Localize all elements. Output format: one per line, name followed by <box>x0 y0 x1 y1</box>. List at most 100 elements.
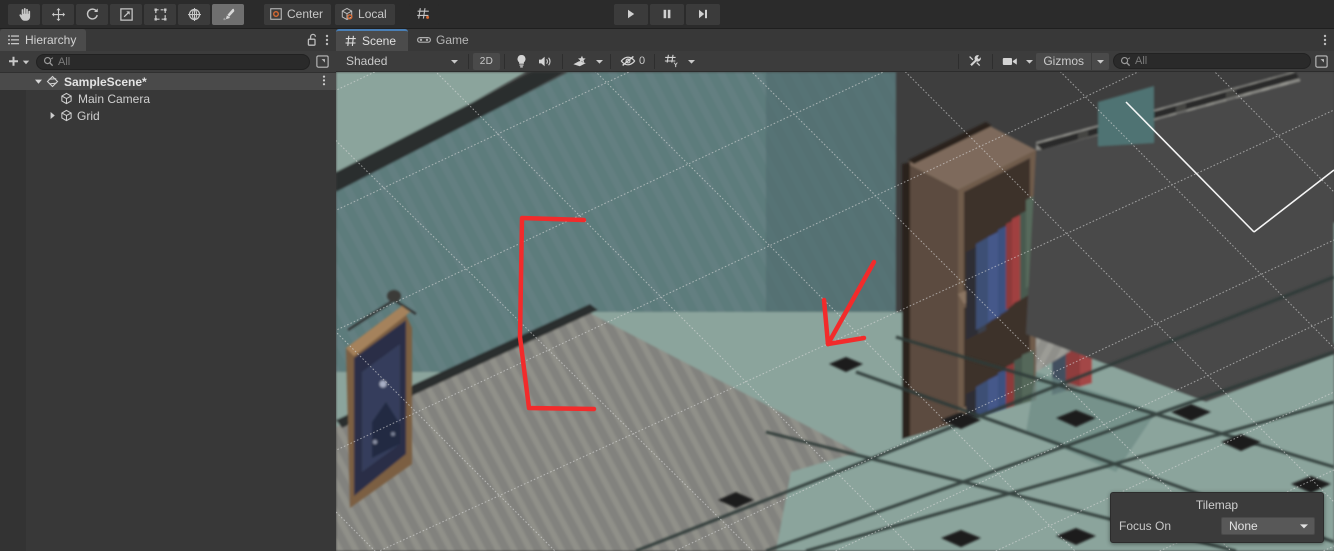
tab-hierarchy-label: Hierarchy <box>25 33 77 47</box>
hierarchy-toolbar: All <box>0 51 336 73</box>
chevron-down-icon <box>1299 521 1309 531</box>
speaker-icon <box>538 55 553 68</box>
hierarchy-item-label: Grid <box>77 108 100 123</box>
hidden-objects-button[interactable]: 0 <box>615 52 651 70</box>
scene-toolbar: Shaded 2D 0 Gizmos All <box>336 51 1334 72</box>
draw-mode-dropdown[interactable]: Shaded <box>339 52 464 70</box>
hierarchy-item-main-camera[interactable]: Main Camera <box>0 90 336 107</box>
scene-kebab-menu-icon[interactable] <box>322 74 326 90</box>
scene-lighting-button[interactable] <box>509 52 533 70</box>
hierarchy-search-placeholder: All <box>58 55 71 68</box>
brush-icon <box>221 7 236 22</box>
lock-open-icon[interactable] <box>307 33 319 47</box>
hierarchy-tree: SampleScene* Main Camera Grid <box>0 73 336 551</box>
scene-tab-actions <box>1323 29 1334 51</box>
scene-canvas[interactable]: Tilemap Focus On None <box>336 72 1334 551</box>
pivot-mode-button[interactable]: Center <box>264 3 332 25</box>
hierarchy-expand-icon[interactable] <box>313 54 332 69</box>
rotate-tool-button[interactable] <box>76 3 108 25</box>
scene-search-input[interactable]: All <box>1113 53 1311 69</box>
scale-tool-button[interactable] <box>110 3 142 25</box>
scene-view-panel: Scene Game Shaded 2D 0 Gizmos All Tilema… <box>336 29 1334 551</box>
rotate-icon <box>85 7 100 22</box>
hierarchy-gutter <box>0 73 26 551</box>
step-button[interactable] <box>686 3 720 25</box>
hierarchy-item-label: Main Camera <box>78 91 151 106</box>
transform-tool-button[interactable] <box>178 3 210 25</box>
gamepad-icon <box>417 35 432 45</box>
toggle-2d-label: 2D <box>479 55 494 67</box>
scene-search-placeholder: All <box>1135 55 1148 67</box>
custom-editor-tool-button[interactable] <box>212 3 244 25</box>
scene-camera-button[interactable] <box>997 52 1024 70</box>
scene-kebab-icon[interactable] <box>1323 33 1327 47</box>
tilemap-overlay[interactable]: Tilemap Focus On None <box>1110 492 1324 543</box>
transform-tools-group: Center Local <box>0 3 439 25</box>
hand-icon <box>17 7 32 22</box>
hierarchy-item-grid[interactable]: Grid <box>0 107 336 124</box>
chevron-down-icon <box>22 58 30 66</box>
lightbulb-icon <box>515 54 528 68</box>
hidden-objects-count: 0 <box>639 55 646 67</box>
kebab-menu-icon[interactable] <box>325 33 329 47</box>
eye-off-icon <box>620 55 636 67</box>
handle-rotation-button[interactable]: Local <box>335 3 395 25</box>
rect-transform-icon <box>153 7 168 22</box>
tab-scene[interactable]: Scene <box>336 29 409 51</box>
scene-grid-icon <box>345 35 357 47</box>
scene-camera-dropdown[interactable] <box>1023 57 1036 66</box>
transform-icon <box>187 7 202 22</box>
scene-grid-dropdown[interactable] <box>685 57 698 66</box>
scene-tabbar: Scene Game <box>336 29 1334 51</box>
tilemap-focus-row: Focus On None <box>1111 517 1323 535</box>
scene-audio-button[interactable] <box>533 52 558 70</box>
gameobject-icon <box>58 109 74 122</box>
pause-button[interactable] <box>650 3 684 25</box>
unity-editor-window: Center Local Hierarchy All SampleScene* … <box>0 0 1334 551</box>
scene-grid-visibility-button[interactable] <box>659 52 686 70</box>
camera-icon <box>1002 56 1018 67</box>
gizmos-dropdown[interactable] <box>1092 52 1109 70</box>
hierarchy-icon <box>8 34 20 46</box>
plus-icon <box>7 55 20 68</box>
foldout-collapsed-icon[interactable] <box>46 111 58 120</box>
pause-icon <box>661 8 673 20</box>
foldout-expanded-icon[interactable] <box>32 77 44 86</box>
tools-icon <box>968 54 983 69</box>
handle-local-icon <box>340 7 354 21</box>
tilemap-focus-label: Focus On <box>1119 519 1172 533</box>
gizmos-toggle-button[interactable]: Gizmos <box>1036 52 1091 70</box>
move-arrows-icon <box>51 7 66 22</box>
pivot-mode-label: Center <box>287 7 324 21</box>
search-icon <box>1120 56 1131 67</box>
hierarchy-search-input[interactable]: All <box>36 53 310 70</box>
scene-fx-dropdown[interactable] <box>593 57 606 66</box>
scene-tools-button[interactable] <box>963 52 989 70</box>
tilemap-focus-dropdown[interactable]: None <box>1221 517 1315 535</box>
hierarchy-tab-actions <box>307 29 336 51</box>
search-icon <box>43 56 54 67</box>
pivot-center-icon <box>269 7 283 21</box>
move-tool-button[interactable] <box>42 3 74 25</box>
tab-hierarchy[interactable]: Hierarchy <box>0 29 87 51</box>
scene-fx-button[interactable] <box>567 52 593 70</box>
hierarchy-item-label: SampleScene* <box>64 74 147 89</box>
play-button[interactable] <box>614 3 648 25</box>
scene-artwork <box>336 72 1334 551</box>
rect-tool-button[interactable] <box>144 3 176 25</box>
create-object-button[interactable] <box>4 55 33 68</box>
gameobject-icon <box>58 92 74 105</box>
tab-scene-label: Scene <box>362 34 397 48</box>
expand-icon[interactable] <box>1314 54 1329 69</box>
tilemap-overlay-title: Tilemap <box>1195 498 1239 512</box>
main-toolbar: Center Local <box>0 0 1334 29</box>
toggle-2d-button[interactable]: 2D <box>473 52 500 70</box>
hierarchy-item-samplescene[interactable]: SampleScene* <box>0 73 336 90</box>
hierarchy-panel: Hierarchy All SampleScene* Main Camera G… <box>0 29 336 551</box>
handle-rotation-label: Local <box>358 7 387 21</box>
hierarchy-tabbar: Hierarchy <box>0 29 336 51</box>
hand-tool-button[interactable] <box>8 3 40 25</box>
step-icon <box>697 8 709 20</box>
tab-game[interactable]: Game <box>408 29 481 51</box>
grid-snapping-button[interactable] <box>408 3 439 25</box>
